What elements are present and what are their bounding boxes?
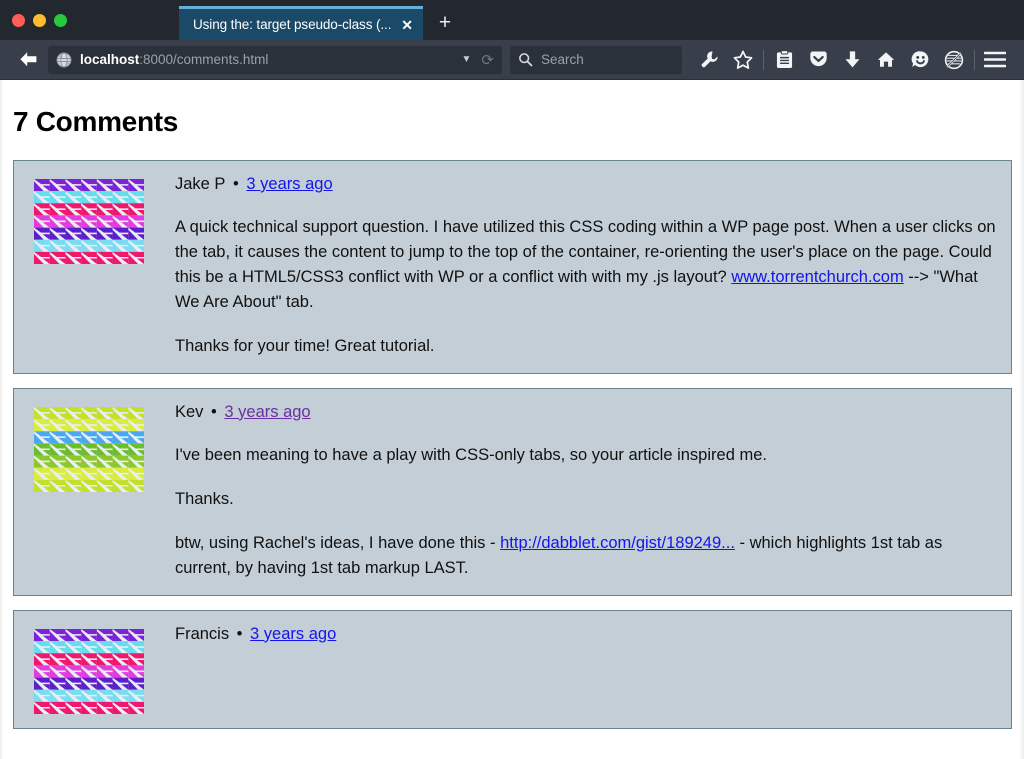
comment-body: Francis • 3 years ago xyxy=(144,623,997,665)
clipboard-glyph xyxy=(776,50,792,68)
comment-body: Kev • 3 years ago I've been meaning to ha… xyxy=(144,401,997,581)
reload-icon[interactable]: ⟳ xyxy=(481,51,494,69)
comment-meta-separator: • xyxy=(206,402,222,421)
reader-list-icon[interactable] xyxy=(767,45,801,75)
search-input[interactable]: Search xyxy=(510,45,682,74)
smiley-glyph xyxy=(911,51,928,68)
page-title: 7 Comments xyxy=(13,106,179,137)
comment-body-link[interactable]: www.torrentchurch.com xyxy=(731,268,903,286)
comment-meta: Francis • 3 years ago xyxy=(175,625,997,645)
search-icon xyxy=(519,53,533,67)
wrench-icon[interactable] xyxy=(692,45,726,75)
toolbar-separator xyxy=(763,49,764,70)
comment-author: Kev xyxy=(175,402,204,421)
comment-body: Jake P • 3 years ago A quick technical su… xyxy=(144,173,997,359)
search-placeholder: Search xyxy=(541,52,584,67)
wrench-glyph xyxy=(701,51,718,68)
new-tab-button[interactable]: + xyxy=(423,6,467,40)
comment-paragraph: I've been meaning to have a play with CS… xyxy=(175,443,997,468)
hamburger-glyph xyxy=(984,51,1006,68)
comment-author: Francis xyxy=(175,624,230,643)
comment-item: Kev • 3 years ago I've been meaning to ha… xyxy=(13,387,1012,596)
comment-paragraph: Thanks. xyxy=(175,487,997,512)
pocket-glyph xyxy=(809,51,827,67)
window-maximize-button[interactable] xyxy=(54,13,67,27)
comment-timestamp-link[interactable]: 3 years ago xyxy=(246,175,332,193)
comment-text-run: Thanks. xyxy=(175,489,234,508)
smiley-feedback-icon[interactable] xyxy=(903,45,937,75)
comment-author: Jake P xyxy=(175,175,226,193)
home-icon[interactable] xyxy=(869,45,903,75)
tab-close-icon[interactable]: ✕ xyxy=(401,18,413,32)
menu-icon[interactable] xyxy=(978,45,1012,75)
comment-body-link[interactable]: http://dabblet.com/gist/189249... xyxy=(500,534,735,552)
comment-meta-separator: • xyxy=(232,624,248,643)
star-icon[interactable] xyxy=(726,45,760,75)
home-glyph xyxy=(877,52,895,67)
pocket-icon[interactable] xyxy=(801,45,835,75)
toolbar-icon-group xyxy=(692,45,1012,75)
browser-window: Using the: target pseudo-class (... ✕ + … xyxy=(0,0,1024,759)
window-minimize-button[interactable] xyxy=(33,13,46,27)
no-track-icon[interactable] xyxy=(937,45,971,75)
comment-list: Jake P • 3 years ago A quick technical su… xyxy=(13,160,1012,729)
download-arrow-glyph xyxy=(845,51,859,68)
page-viewport: 7 Comments Jake P • 3 years ago A quick t… xyxy=(0,80,1024,759)
comment-paragraph: btw, using Rachel's ideas, I have done t… xyxy=(175,531,997,581)
avatar-identicon-kev xyxy=(34,406,144,492)
comment-text-run: I've been meaning to have a play with CS… xyxy=(175,445,767,464)
downloads-icon[interactable] xyxy=(835,45,869,75)
window-traffic-lights xyxy=(12,0,77,40)
globe-icon xyxy=(56,52,72,67)
avatar-identicon-kev-glyph xyxy=(34,406,144,492)
avatar-identicon-francis-glyph xyxy=(34,628,144,714)
comment-meta-separator: • xyxy=(228,175,244,193)
comment-meta: Jake P • 3 years ago xyxy=(175,175,997,195)
window-close-button[interactable] xyxy=(12,13,25,27)
avatar-identicon-jake xyxy=(34,179,144,264)
comment-item: Francis • 3 years ago xyxy=(13,609,1012,729)
url-bar[interactable]: localhost:8000/comments.html ▼ ⟳ xyxy=(48,45,502,74)
comment-text-run: Thanks for your time! Great tutorial. xyxy=(175,336,435,355)
comment-paragraph: Thanks for your time! Great tutorial. xyxy=(175,334,997,359)
comment-meta: Kev • 3 years ago xyxy=(175,403,997,423)
tab-title: Using the: target pseudo-class (... xyxy=(193,17,392,32)
avatar-identicon-jake-glyph xyxy=(34,179,144,264)
browser-tab-active[interactable]: Using the: target pseudo-class (... ✕ xyxy=(179,6,423,40)
comment-timestamp-link[interactable]: 3 years ago xyxy=(224,403,310,421)
url-text: localhost:8000/comments.html xyxy=(80,52,458,67)
toolbar-separator-2 xyxy=(974,49,975,70)
comment-item: Jake P • 3 years ago A quick technical su… xyxy=(13,160,1012,374)
navigation-toolbar: localhost:8000/comments.html ▼ ⟳ Search xyxy=(0,40,1024,80)
circle-slash-glyph xyxy=(944,50,964,69)
comment-text-run: btw, using Rachel's ideas, I have done t… xyxy=(175,533,501,552)
comment-timestamp-link[interactable]: 3 years ago xyxy=(250,625,336,643)
tab-strip: Using the: target pseudo-class (... ✕ + xyxy=(0,0,1024,40)
chevron-down-icon[interactable]: ▼ xyxy=(462,54,472,65)
url-host: localhost xyxy=(80,52,140,67)
star-glyph xyxy=(733,50,753,69)
tab-strip-spacer xyxy=(77,39,179,40)
back-button[interactable] xyxy=(12,45,44,75)
back-arrow-icon xyxy=(19,52,36,67)
url-path: :8000/comments.html xyxy=(139,52,269,67)
page-content-inner: 7 Comments Jake P • 3 years ago A quick t… xyxy=(1,106,1024,729)
avatar-identicon-francis xyxy=(34,628,144,714)
comment-paragraph: A quick technical support question. I ha… xyxy=(175,215,997,315)
